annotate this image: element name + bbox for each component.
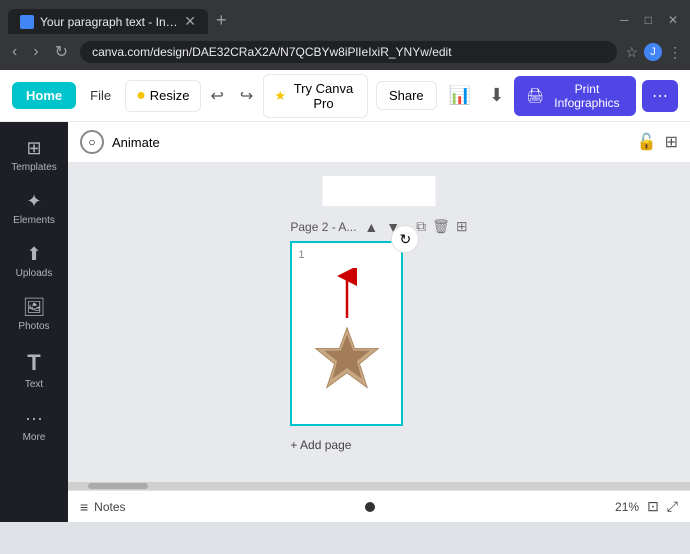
zoom-fit-button[interactable]: ⊡ (647, 498, 659, 515)
sidebar-item-more[interactable]: ··· More (0, 400, 68, 451)
sidebar-item-label: Text (25, 379, 43, 390)
notes-button[interactable]: ≡ Notes (80, 499, 126, 515)
text-icon: T (27, 350, 40, 376)
sidebar-item-label: Photos (18, 321, 49, 332)
sidebar-item-elements[interactable]: ✦ Elements (0, 183, 68, 234)
add-page-label: + Add page (290, 438, 351, 452)
trypro-label: Try Canva Pro (290, 81, 357, 111)
pro-star-icon: ★ (274, 88, 286, 104)
address-input[interactable] (80, 41, 617, 63)
stats-button[interactable]: 📊 (441, 81, 479, 110)
canvas-scroll[interactable]: Page 2 - A... ▲ ▼ ⧉ 🗑 ⊞ 1 ↻ (78, 132, 680, 512)
bottom-center (126, 502, 616, 512)
forward-button[interactable]: › (29, 41, 42, 63)
canva-toolbar: Home File ● Resize ↩ ↪ ★ Try Canva Pro S… (0, 70, 690, 122)
add-page-button[interactable]: + Add page (290, 438, 351, 452)
page-indicator-dot (365, 502, 375, 512)
resize-button[interactable]: ● Resize (125, 80, 200, 112)
resize-dot-icon: ● (136, 87, 146, 105)
scrollbar-thumb[interactable] (88, 483, 148, 489)
print-icon: 🖨 (526, 87, 544, 104)
zoom-percentage: 21% (615, 500, 639, 514)
notes-label: Notes (94, 500, 125, 514)
rotate-icon: ↻ (399, 231, 411, 248)
red-arrow (327, 268, 367, 326)
sidebar-item-uploads[interactable]: ⬆ Uploads (0, 236, 68, 287)
active-tab[interactable]: Your paragraph text - Infographic... ✕ (8, 9, 208, 34)
templates-icon: ⊞ (26, 138, 41, 159)
add-page-action-button[interactable]: ⊞ (456, 218, 468, 235)
canvas-area: ○ Animate 🔓 ⊞ Page 2 - A... ▲ ▼ (68, 122, 690, 522)
home-button[interactable]: Home (12, 82, 76, 109)
refresh-button[interactable]: ↻ (51, 40, 72, 64)
star-image (312, 324, 382, 394)
close-button[interactable]: ✕ (660, 9, 686, 31)
resize-label: Resize (150, 88, 190, 103)
prev-page-thumbnail (323, 176, 436, 206)
extensions-icon[interactable]: ⋮ (668, 44, 682, 61)
tab-bar: Your paragraph text - Infographic... ✕ +… (0, 0, 690, 34)
notes-icon: ≡ (80, 499, 88, 515)
horizontal-scrollbar[interactable] (68, 482, 690, 490)
bottom-right: 21% ⊡ ⤢ (615, 498, 678, 515)
minimize-button[interactable]: ─ (612, 9, 637, 31)
rotate-button[interactable]: ↻ (391, 225, 419, 253)
bookmark-icon[interactable]: ☆ (625, 44, 638, 61)
fullscreen-button[interactable]: ⤢ (667, 498, 678, 515)
elements-icon: ✦ (26, 191, 41, 212)
print-button[interactable]: 🖨 Print Infographics (514, 76, 636, 116)
back-button[interactable]: ‹ (8, 41, 21, 63)
bottom-bar: ≡ Notes 21% ⊡ ⤢ (68, 490, 690, 522)
uploads-icon: ⬆ (26, 244, 41, 265)
address-bar: ‹ › ↻ ☆ J ⋮ (0, 34, 690, 70)
sidebar-item-label: More (23, 432, 46, 443)
sidebar-item-photos[interactable]: 🖼 Photos (0, 289, 68, 340)
page-actions: ⧉ 🗑 ⊞ (416, 218, 468, 235)
page-label-bar: Page 2 - A... ▲ ▼ ⧉ 🗑 ⊞ (290, 218, 467, 235)
maximize-button[interactable]: □ (637, 9, 660, 31)
user-icon[interactable]: J (644, 43, 662, 61)
main-area: ⊞ Templates ✦ Elements ⬆ Uploads 🖼 Photo… (0, 122, 690, 522)
page-container: Page 2 - A... ▲ ▼ ⧉ 🗑 ⊞ 1 ↻ (290, 218, 467, 452)
page-canvas[interactable]: 1 ↻ (290, 241, 403, 426)
page-label: Page 2 - A... (290, 220, 356, 234)
sidebar: ⊞ Templates ✦ Elements ⬆ Uploads 🖼 Photo… (0, 122, 68, 522)
share-button[interactable]: Share (376, 81, 437, 110)
sidebar-item-templates[interactable]: ⊞ Templates (0, 130, 68, 181)
more-options-button[interactable]: ⋯ (642, 80, 678, 112)
page-up-button[interactable]: ▲ (362, 219, 380, 235)
redo-button[interactable]: ↪ (234, 82, 259, 110)
try-canva-pro-button[interactable]: ★ Try Canva Pro (263, 74, 368, 118)
photos-icon: 🖼 (23, 297, 46, 318)
download-button[interactable]: ⬇ (483, 81, 510, 110)
more-icon: ··· (25, 408, 43, 429)
delete-page-button[interactable]: 🗑 (432, 218, 450, 235)
sidebar-item-label: Uploads (16, 268, 53, 279)
sidebar-item-label: Templates (11, 162, 57, 173)
tab-favicon (20, 15, 34, 29)
page-number: 1 (298, 249, 304, 261)
new-tab-button[interactable]: + (208, 6, 235, 35)
undo-button[interactable]: ↩ (205, 82, 230, 110)
tab-close-icon[interactable]: ✕ (184, 13, 196, 30)
sidebar-item-label: Elements (13, 215, 55, 226)
sidebar-item-text[interactable]: T Text (0, 342, 68, 398)
tab-title: Your paragraph text - Infographic... (40, 15, 178, 29)
print-label: Print Infographics (550, 82, 624, 110)
address-icons: ☆ J ⋮ (625, 43, 682, 61)
window-controls: ─ □ ✕ (612, 9, 690, 31)
file-button[interactable]: File (80, 82, 121, 109)
